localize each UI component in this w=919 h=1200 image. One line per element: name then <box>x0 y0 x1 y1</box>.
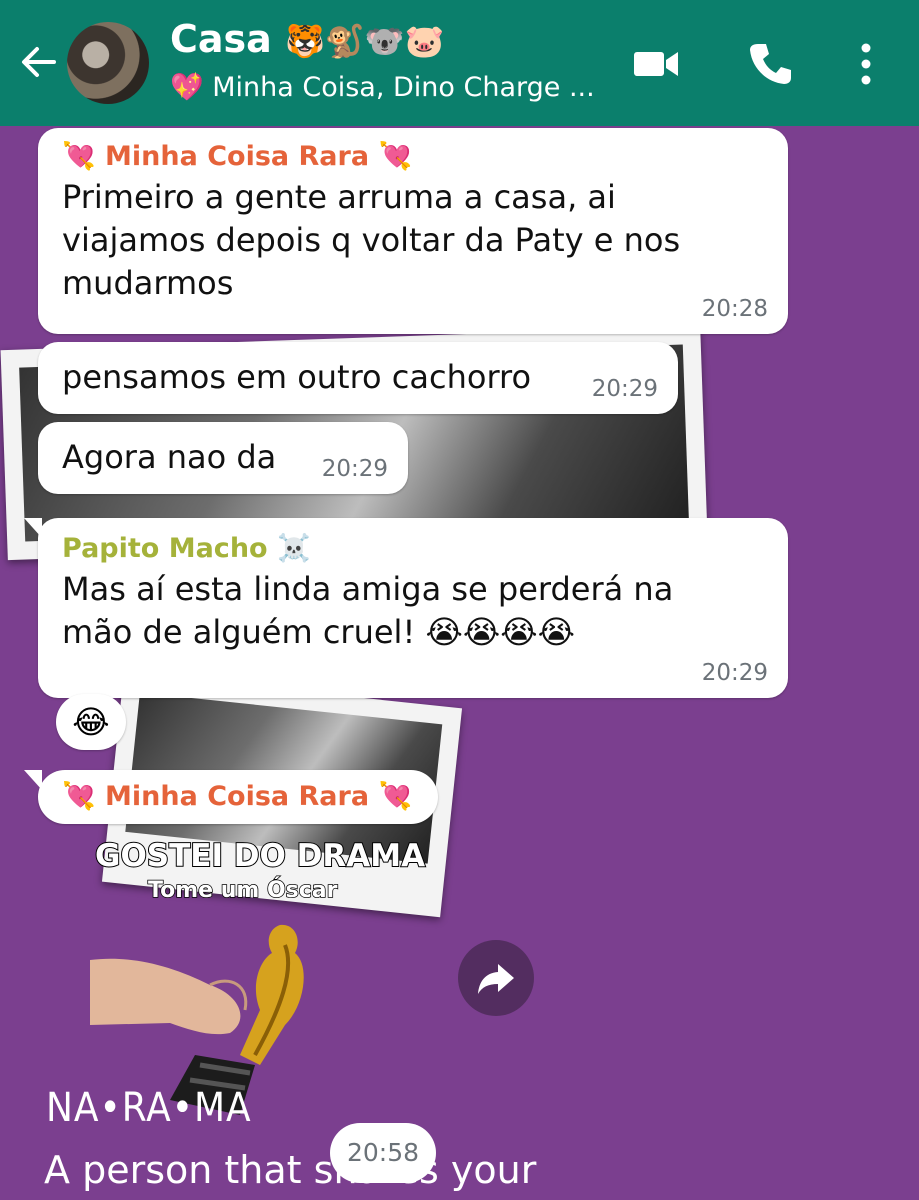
more-vert-icon[interactable] <box>840 38 892 90</box>
wallpaper-tagline: A person that shares your <box>44 1148 537 1192</box>
message-text: Mas aí esta linda amiga se perderá na mã… <box>62 570 674 651</box>
sticker-subcaption: Tome um Óscar <box>147 877 338 904</box>
message-sender: 💘 Minha Coisa Rara 💘 <box>62 781 413 812</box>
message-reaction[interactable]: 😂 <box>56 694 126 750</box>
message-bubble[interactable]: Agora nao da 20:29 <box>38 422 408 494</box>
forward-icon <box>478 964 514 994</box>
message-bubble[interactable]: 💘 Minha Coisa Rara 💘 Primeiro a gente ar… <box>38 128 788 334</box>
group-avatar[interactable] <box>67 22 149 104</box>
wallpaper-brand: NA•RA•MA <box>46 1085 252 1131</box>
bubble-tail <box>24 518 42 538</box>
message-sender: 💘 Minha Coisa Rara 💘 <box>62 141 413 172</box>
chat-title-text: Casa <box>170 17 272 61</box>
message-time: 20:29 <box>701 660 768 686</box>
video-call-icon[interactable] <box>630 38 682 90</box>
chat-header: Casa 🐯🐒🐨🐷 💖 Minha Coisa, Dino Charge ... <box>0 0 919 126</box>
message-sender: Papito Macho ☠️ <box>62 533 311 564</box>
sticker-caption: GOSTEI DO DRAMA <box>94 837 426 875</box>
message-time: 20:28 <box>701 296 768 322</box>
chat-title-emojis: 🐯🐒🐨🐷 <box>285 22 445 60</box>
bubble-tail <box>24 770 42 790</box>
phone-icon[interactable] <box>744 38 796 90</box>
message-time: 20:58 <box>330 1123 436 1183</box>
sticker-sender-bubble[interactable]: 💘 Minha Coisa Rara 💘 <box>24 770 438 824</box>
chat-title-area[interactable]: Casa 🐯🐒🐨🐷 💖 Minha Coisa, Dino Charge ... <box>170 14 610 108</box>
message-bubble[interactable]: pensamos em outro cachorro 20:29 <box>38 342 678 414</box>
chat-subtitle: 💖 Minha Coisa, Dino Charge ... <box>170 72 595 103</box>
chat-title: Casa 🐯🐒🐨🐷 <box>170 14 610 66</box>
arrow-left-icon[interactable] <box>18 42 58 82</box>
message-time: 20:29 <box>321 456 388 482</box>
message-text: pensamos em outro cachorro <box>62 358 532 396</box>
forward-button[interactable] <box>458 940 534 1016</box>
message-bubble[interactable]: Papito Macho ☠️ Mas aí esta linda amiga … <box>24 518 788 698</box>
message-text: Primeiro a gente arruma a casa, ai viaja… <box>62 178 681 302</box>
message-text: Agora nao da <box>62 438 277 476</box>
message-time: 20:29 <box>591 376 658 402</box>
